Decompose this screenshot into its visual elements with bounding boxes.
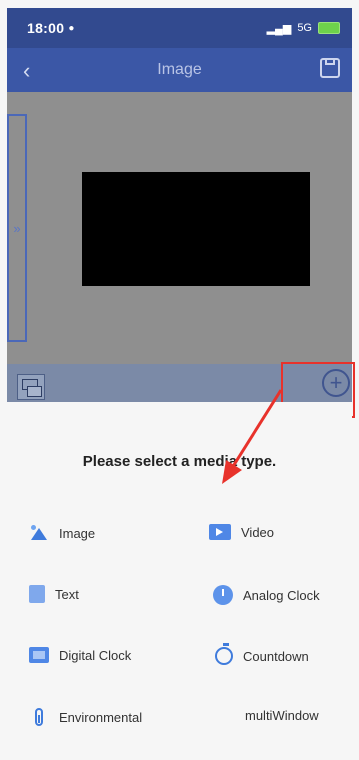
image-icon bbox=[29, 524, 49, 542]
option-label: Environmental bbox=[59, 709, 143, 725]
option-digital-clock[interactable]: Digital Clock bbox=[29, 647, 131, 663]
save-icon[interactable] bbox=[320, 58, 340, 78]
option-label: Video bbox=[241, 524, 275, 540]
media-thumbnail-icon[interactable] bbox=[17, 374, 45, 400]
preview-canvas: » bbox=[7, 92, 352, 364]
preview-screen[interactable] bbox=[82, 172, 310, 286]
option-analog-clock[interactable]: Analog Clock bbox=[213, 585, 320, 605]
option-multiwindow[interactable]: multiWindow bbox=[245, 708, 319, 723]
thermometer-icon bbox=[35, 708, 43, 726]
countdown-icon bbox=[215, 643, 233, 665]
person-icon: ● bbox=[68, 22, 75, 34]
analog-clock-icon bbox=[213, 585, 233, 605]
option-image[interactable]: Image bbox=[29, 524, 95, 542]
media-type-sheet: Please select a media type. Image Video … bbox=[7, 402, 352, 758]
option-label: Image bbox=[59, 525, 96, 541]
option-label: Digital Clock bbox=[59, 647, 132, 663]
status-bar: 18:00 ● ▂▄▆ 5G bbox=[7, 8, 352, 48]
option-label: Analog Clock bbox=[243, 587, 320, 603]
option-countdown[interactable]: Countdown bbox=[215, 643, 309, 665]
sheet-prompt: Please select a media type. bbox=[82, 453, 277, 470]
digital-clock-icon bbox=[29, 647, 49, 663]
nav-bar: ‹ Image bbox=[7, 48, 352, 92]
sidebar-toggle[interactable]: » bbox=[7, 114, 27, 342]
option-label: Countdown bbox=[243, 648, 309, 664]
text-icon bbox=[29, 585, 45, 603]
page-title: Image bbox=[157, 61, 202, 78]
network-type: 5G bbox=[297, 22, 312, 34]
battery-charging-icon bbox=[318, 22, 340, 34]
signal-icon: ▂▄▆ bbox=[266, 22, 292, 35]
video-icon bbox=[209, 524, 231, 540]
option-label: Text bbox=[55, 586, 79, 602]
status-time: 18:00 bbox=[27, 20, 65, 36]
option-video[interactable]: Video bbox=[209, 524, 274, 540]
option-text[interactable]: Text bbox=[29, 585, 79, 603]
option-label: multiWindow bbox=[245, 708, 319, 723]
option-environmental[interactable]: Environmental bbox=[29, 708, 142, 726]
